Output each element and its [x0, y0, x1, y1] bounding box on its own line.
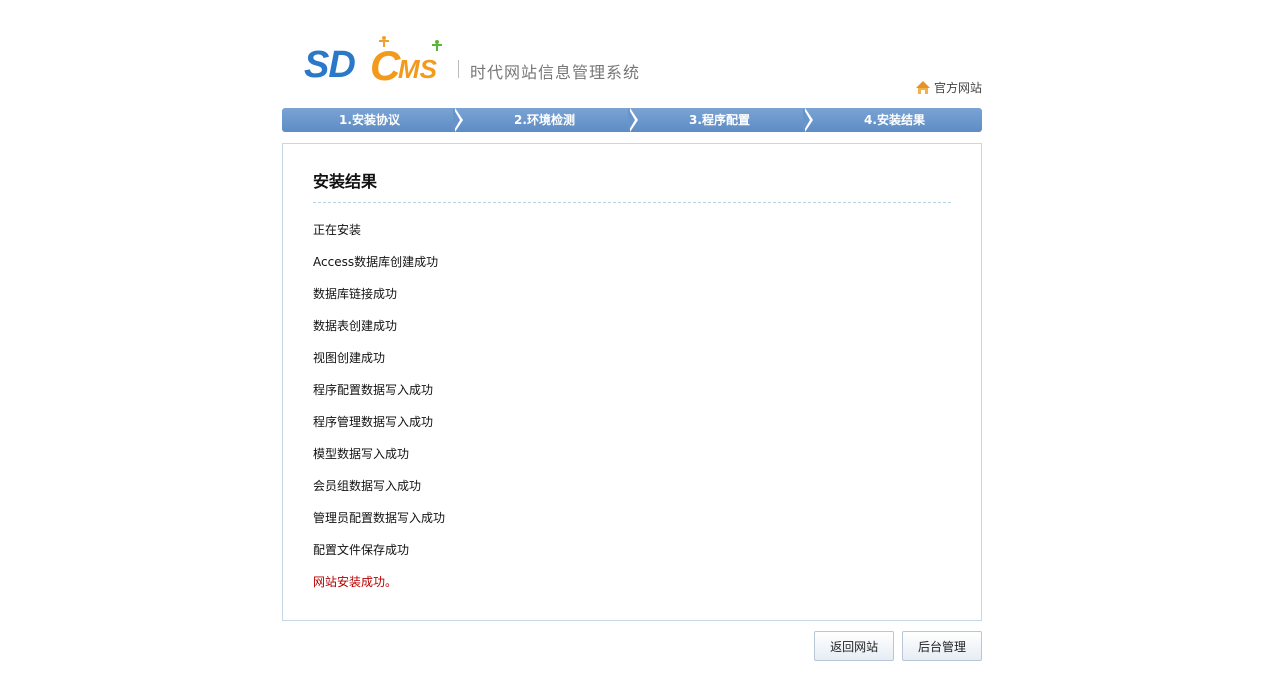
step-label: 1.安装协议 — [339, 113, 400, 127]
logo-ms: MS — [398, 54, 437, 84]
step-arrow-fill — [628, 108, 635, 132]
log-item: 数据表创建成功 — [313, 319, 398, 333]
logo-figure-icon — [432, 40, 442, 54]
official-site-link[interactable]: 官方网站 — [915, 79, 982, 96]
log-item: 模型数据写入成功 — [313, 447, 410, 461]
divider — [313, 202, 951, 203]
install-steps: 1.安装协议 2.环境检测 3.程序配置 4.安装结果 — [282, 108, 982, 132]
log-item: Access数据库创建成功 — [313, 255, 439, 269]
step-label: 4.安装结果 — [864, 113, 925, 127]
step-label: 2.环境检测 — [514, 113, 575, 127]
logo-c: C — [370, 42, 401, 89]
log-item: 管理员配置数据写入成功 — [313, 511, 446, 525]
install-log: 正在安装 Access数据库创建成功 数据库链接成功 数据表创建成功 视图创建成… — [313, 219, 951, 603]
log-item: 程序管理数据写入成功 — [313, 415, 434, 429]
page-title: 安装结果 — [313, 172, 378, 191]
result-panel: 安装结果 正在安装 Access数据库创建成功 数据库链接成功 数据表创建成功 … — [282, 143, 982, 621]
step-environment[interactable]: 2.环境检测 — [457, 108, 638, 132]
logo-sd: SD — [304, 44, 356, 86]
admin-panel-button[interactable]: 后台管理 — [902, 631, 982, 661]
log-item: 程序配置数据写入成功 — [313, 383, 434, 397]
action-bar: 返回网站 后台管理 — [282, 631, 982, 661]
site-tagline: 时代网站信息管理系统 — [470, 63, 641, 82]
official-site-label: 官方网站 — [933, 81, 982, 95]
log-item: 正在安装 — [313, 223, 362, 237]
step-result[interactable]: 4.安装结果 — [807, 108, 982, 132]
page: SD C MS 时代网站信息管理系统 官方网站 1.安装协议 2.环境检测 3.… — [282, 0, 982, 661]
step-agreement[interactable]: 1.安装协议 — [282, 108, 463, 132]
step-label: 3.程序配置 — [689, 113, 750, 127]
back-to-site-button[interactable]: 返回网站 — [814, 631, 895, 661]
step-arrow-fill — [453, 108, 460, 132]
step-config[interactable]: 3.程序配置 — [632, 108, 813, 132]
success-message: 网站安装成功。 — [313, 575, 398, 589]
step-arrow-fill — [803, 108, 810, 132]
logo-divider — [458, 60, 459, 78]
log-item: 会员组数据写入成功 — [313, 479, 422, 493]
home-icon — [915, 80, 931, 95]
log-item: 视图创建成功 — [313, 351, 386, 365]
sdcms-logo: SD C MS — [304, 36, 454, 89]
header: SD C MS 时代网站信息管理系统 官方网站 — [282, 0, 982, 108]
log-item: 配置文件保存成功 — [313, 543, 410, 557]
log-item: 数据库链接成功 — [313, 287, 398, 301]
